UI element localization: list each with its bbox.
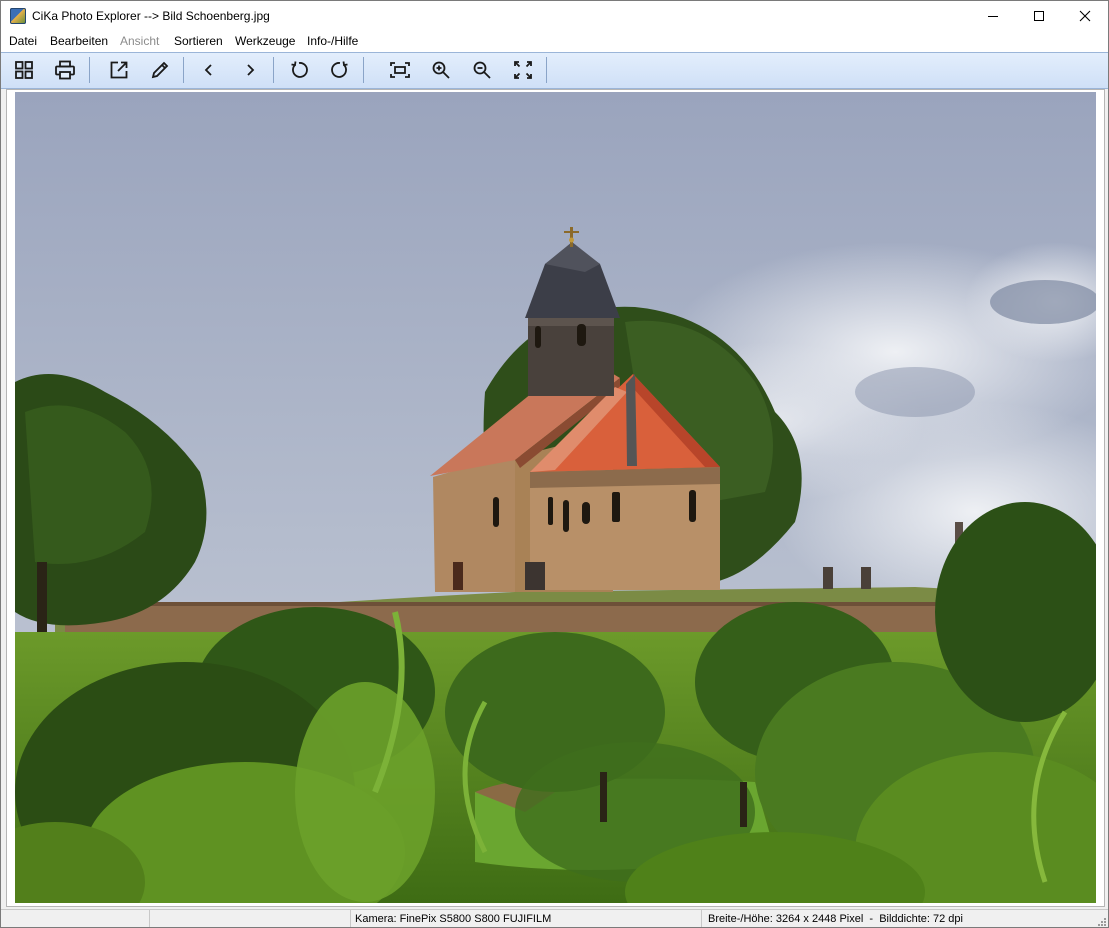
rotate-right-button[interactable] [326, 57, 354, 83]
fit-to-window-button[interactable] [386, 57, 414, 83]
window-title: CiKa Photo Explorer --> Bild Schoenberg.… [32, 9, 270, 23]
status-bar: Kamera: FinePix S5800 S800 FUJIFILM Brei… [1, 909, 1108, 927]
open-external-icon [110, 61, 128, 79]
status-camera: Kamera: FinePix S5800 S800 FUJIFILM [355, 913, 552, 925]
menu-info-hilfe[interactable]: Info-/Hilfe [307, 34, 358, 48]
status-panel-1 [1, 910, 150, 927]
next-image-button[interactable] [236, 57, 264, 83]
toolbar-separator [546, 57, 547, 83]
previous-chevron-icon [204, 64, 212, 76]
toolbar-separator [273, 57, 274, 83]
close-button[interactable] [1062, 1, 1108, 31]
maximize-icon [1034, 11, 1044, 21]
thumbnail-view-button[interactable] [10, 57, 38, 83]
minimize-icon [988, 16, 998, 17]
photo-scene [15, 92, 1096, 903]
maximize-button[interactable] [1016, 1, 1062, 31]
toolbar [1, 52, 1108, 89]
zoom-in-icon [432, 61, 450, 79]
next-chevron-icon [247, 64, 255, 76]
zoom-out-button[interactable] [468, 57, 496, 83]
toolbar-separator [183, 57, 184, 83]
fullscreen-button[interactable] [509, 57, 537, 83]
app-window: CiKa Photo Explorer --> Bild Schoenberg.… [0, 0, 1109, 928]
fullscreen-icon [514, 61, 532, 79]
menu-ansicht[interactable]: Ansicht [120, 34, 159, 48]
resize-grip-icon[interactable] [1096, 916, 1106, 926]
previous-image-button[interactable] [195, 57, 223, 83]
title-bar[interactable]: CiKa Photo Explorer --> Bild Schoenberg.… [1, 1, 1108, 31]
rotate-right-icon [331, 61, 348, 78]
status-panel-2 [150, 910, 351, 927]
rotate-left-button[interactable] [285, 57, 313, 83]
menu-bearbeiten[interactable]: Bearbeiten [50, 34, 108, 48]
menu-sortieren[interactable]: Sortieren [174, 34, 223, 48]
minimize-button[interactable] [970, 1, 1016, 31]
image-viewer[interactable] [6, 89, 1105, 907]
status-dimensions: Breite-/Höhe: 3264 x 2448 Pixel - Bilddi… [708, 913, 963, 925]
print-icon [55, 60, 75, 80]
church-on-hill-photo [15, 92, 1096, 903]
zoom-out-icon [473, 61, 491, 79]
rotate-left-icon [291, 61, 308, 78]
edit-button[interactable] [146, 57, 174, 83]
status-dimensions-panel: Breite-/Höhe: 3264 x 2448 Pixel - Bilddi… [702, 910, 1092, 927]
thumbnail-grid-icon [15, 61, 33, 79]
menu-bar: Datei Bearbeiten Ansicht Sortieren Werkz… [1, 31, 1108, 52]
toolbar-separator [363, 57, 364, 83]
zoom-in-button[interactable] [427, 57, 455, 83]
print-button[interactable] [51, 57, 79, 83]
fit-to-window-icon [390, 62, 410, 78]
status-camera-panel: Kamera: FinePix S5800 S800 FUJIFILM [351, 910, 702, 927]
toolbar-separator [89, 57, 90, 83]
edit-pencil-icon [151, 61, 169, 79]
close-icon [1079, 10, 1091, 22]
menu-datei[interactable]: Datei [9, 34, 37, 48]
open-external-button[interactable] [105, 57, 133, 83]
app-photo-icon [10, 8, 26, 24]
menu-werkzeuge[interactable]: Werkzeuge [235, 34, 295, 48]
